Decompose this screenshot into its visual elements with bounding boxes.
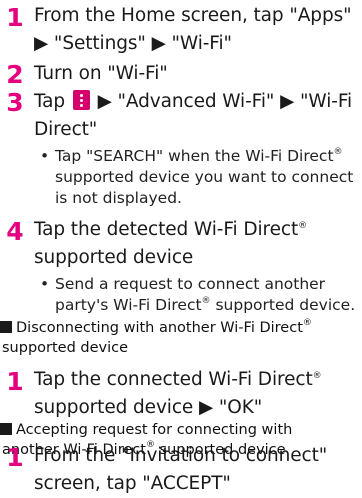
- step-text: From the "Invitation to connect" screen, …: [34, 442, 358, 498]
- bullet: •: [40, 147, 50, 165]
- step-line: From the "Invitation to connect": [34, 445, 328, 466]
- step-number: 1: [6, 3, 24, 32]
- step-text: Tap the detected Wi-Fi Direct® supported…: [34, 219, 308, 268]
- step-text: Tap the connected Wi-Fi Direct® supporte…: [34, 369, 322, 418]
- square-bullet-icon: [0, 321, 12, 333]
- step-text: From the Home screen, tap "Apps" ▶ "Sett…: [34, 5, 352, 54]
- instruction-page: 1 From the Home screen, tap "Apps" ▶ "Se…: [0, 0, 362, 494]
- note-search: • Tap "SEARCH" when the Wi-Fi Direct® su…: [40, 147, 354, 207]
- step-number: 3: [6, 88, 24, 117]
- bullet: •: [40, 275, 50, 293]
- step-number: 1: [6, 367, 24, 396]
- step-number: 4: [6, 217, 24, 246]
- menu-icon: [72, 90, 90, 110]
- step-text: Turn on "Wi-Fi": [34, 63, 168, 84]
- section-heading-disconnect: Disconnecting with another Wi-Fi Direct®…: [0, 318, 312, 356]
- square-bullet-icon: [0, 423, 12, 435]
- step-text: Tap ▶ "Advanced Wi-Fi" ▶ "Wi-Fi Direct": [34, 90, 353, 140]
- step-number: 2: [6, 60, 24, 89]
- note-send-request: • Send a request to connect another part…: [40, 275, 356, 314]
- step-number: 1: [6, 443, 24, 472]
